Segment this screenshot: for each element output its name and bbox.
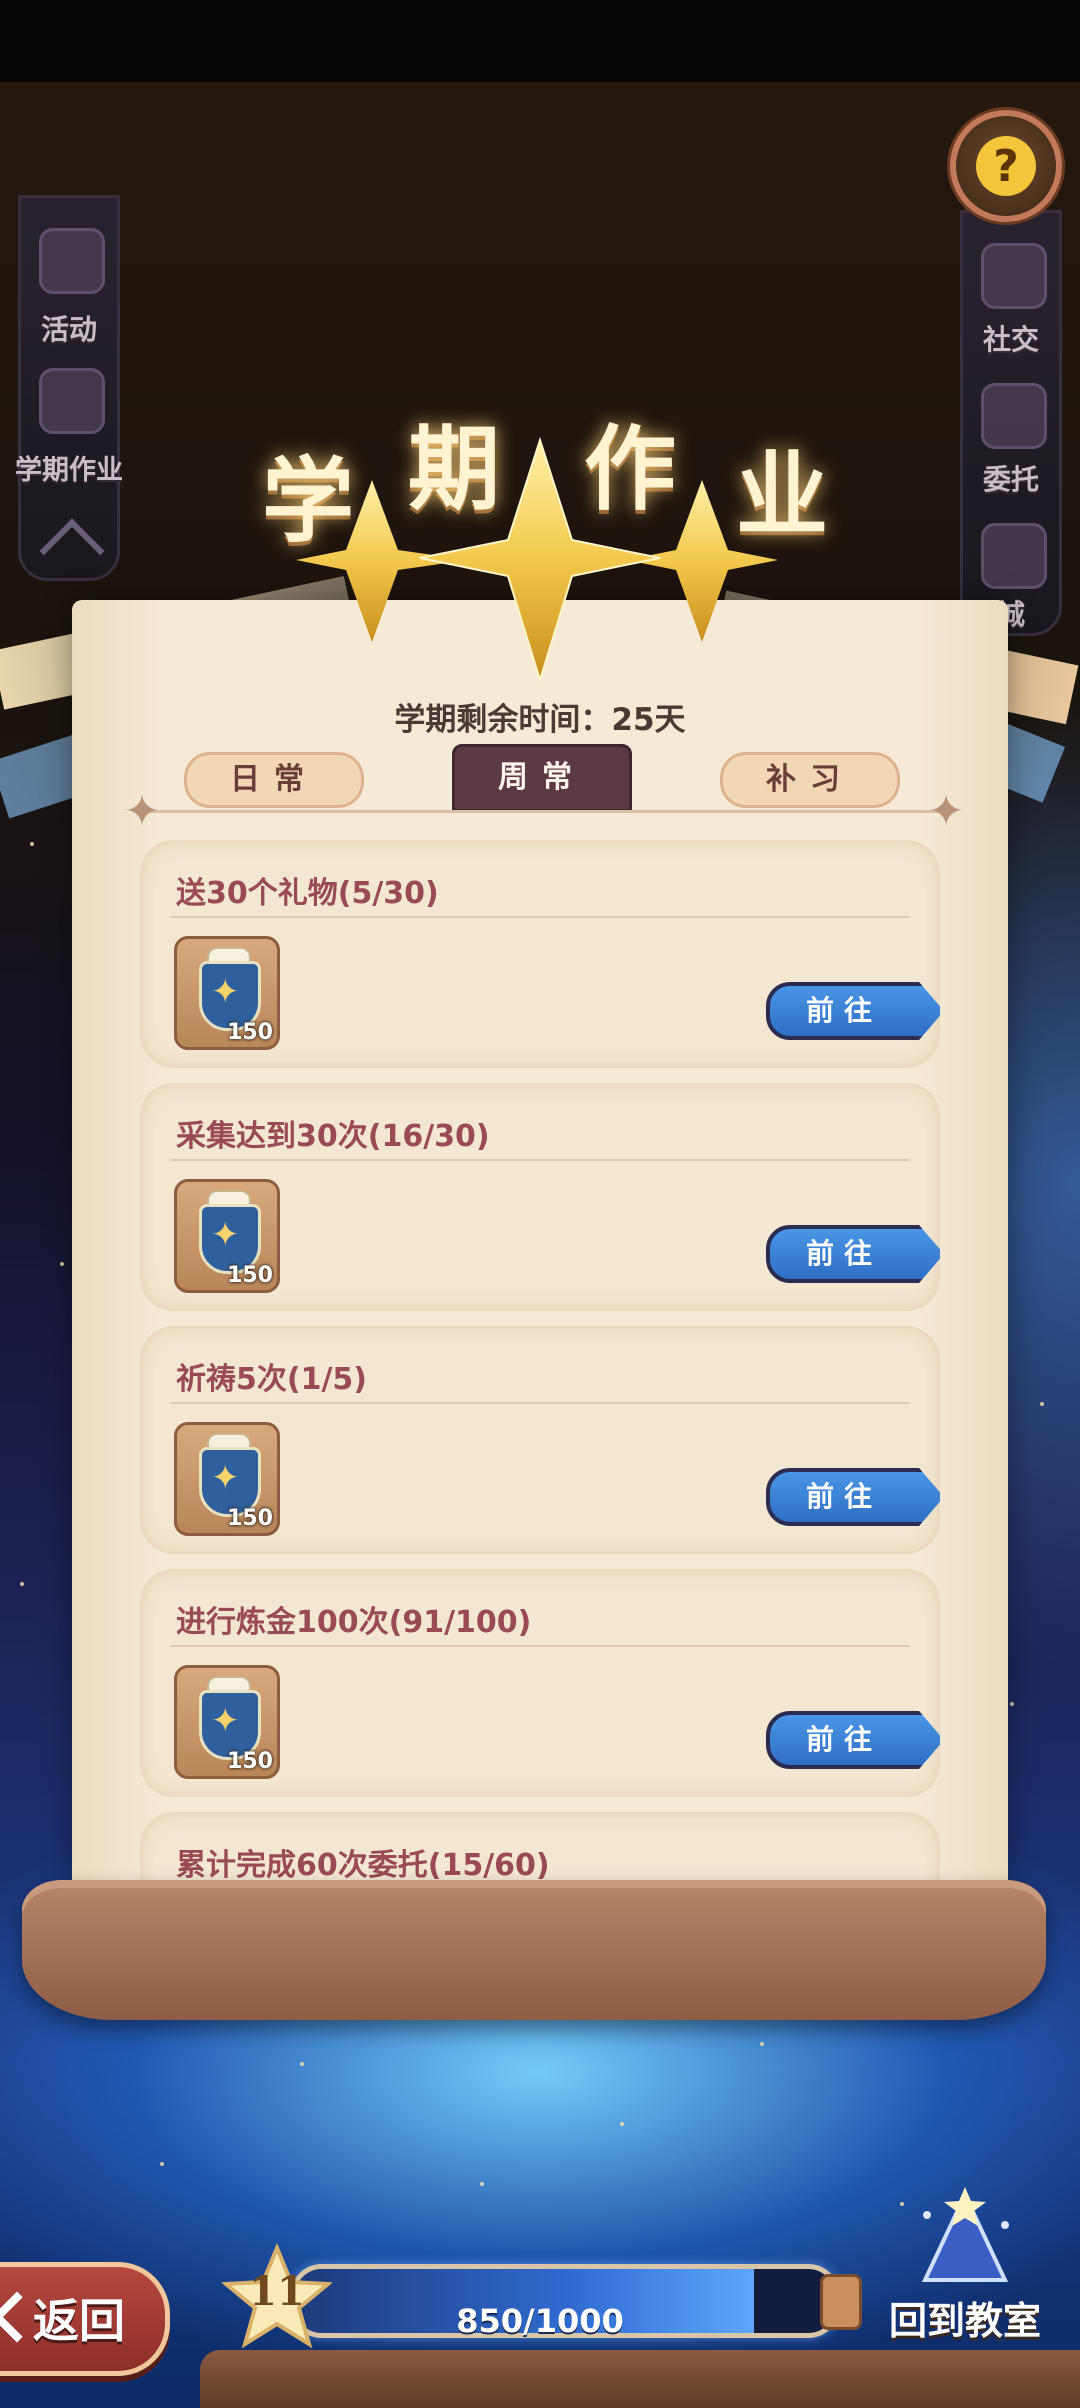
task-title: 送30个礼物(5/30) bbox=[176, 876, 439, 911]
classroom-icon[interactable] bbox=[905, 2185, 1025, 2295]
task-card: 祈祷5次(1/5) ✦ 150 前往 bbox=[140, 1326, 940, 1554]
task-title: 进行炼金100次(91/100) bbox=[176, 1605, 532, 1640]
reward-item[interactable]: ✦ 150 bbox=[174, 1422, 280, 1536]
help-icon: ? bbox=[976, 136, 1036, 196]
sparkle-icon: ✦ bbox=[123, 786, 161, 837]
reward-quantity: 150 bbox=[227, 1020, 273, 1045]
reward-item[interactable]: ✦ 150 bbox=[174, 936, 280, 1050]
tab-makeup[interactable]: 补习 bbox=[720, 752, 900, 808]
activity-icon[interactable] bbox=[39, 228, 105, 294]
level-number: 11 bbox=[249, 2268, 305, 2315]
task-card: 送30个礼物(5/30) ✦ 150 前往 bbox=[140, 840, 940, 1068]
tab-divider bbox=[140, 810, 940, 813]
side-item-social[interactable]: 社交 bbox=[963, 318, 1059, 358]
return-classroom-button[interactable]: 回到教室 bbox=[880, 2290, 1050, 2345]
task-list[interactable]: 送30个礼物(5/30) ✦ 150 前往 采集达到30次(16/30) ✦ 1… bbox=[140, 840, 940, 1915]
star-icon: ✦ bbox=[211, 1215, 240, 1255]
reward-quantity: 150 bbox=[227, 1749, 273, 1774]
star-icon: ✦ bbox=[211, 1458, 240, 1498]
remaining-time: 学期剩余时间：25天 bbox=[394, 702, 686, 738]
task-title: 祈祷5次(1/5) bbox=[176, 1362, 368, 1397]
task-title: 累计完成60次委托(15/60) bbox=[176, 1848, 550, 1883]
divider bbox=[170, 1159, 910, 1161]
status-bar bbox=[0, 0, 1080, 82]
divider bbox=[170, 916, 910, 918]
divider bbox=[170, 1645, 910, 1647]
tab-weekly[interactable]: 周常 bbox=[452, 744, 632, 812]
tab-daily[interactable]: 日常 bbox=[184, 752, 364, 808]
star-icon: ✦ bbox=[211, 972, 240, 1012]
reward-item[interactable]: ✦ 150 bbox=[174, 1179, 280, 1293]
side-item-activity[interactable]: 活动 bbox=[21, 308, 117, 348]
go-button[interactable]: 前往 bbox=[766, 1468, 940, 1526]
bottom-bar bbox=[200, 2350, 1080, 2408]
social-icon[interactable] bbox=[981, 243, 1047, 309]
star-icon: ✦ bbox=[211, 1701, 240, 1741]
three-stars-icon bbox=[296, 436, 778, 684]
divider bbox=[170, 1402, 910, 1404]
go-button[interactable]: 前往 bbox=[766, 1225, 940, 1283]
reward-item[interactable]: ✦ 150 bbox=[174, 1665, 280, 1779]
task-title: 采集达到30次(16/30) bbox=[176, 1119, 490, 1154]
scroll-roll bbox=[22, 1880, 1046, 2020]
task-card: 采集达到30次(16/30) ✦ 150 前往 bbox=[140, 1083, 940, 1311]
reward-quantity: 150 bbox=[227, 1506, 273, 1531]
go-button[interactable]: 前往 bbox=[766, 1711, 940, 1769]
help-button[interactable]: ? bbox=[950, 110, 1062, 222]
go-button[interactable]: 前往 bbox=[766, 982, 940, 1040]
task-card: 进行炼金100次(91/100) ✦ 150 前往 bbox=[140, 1569, 940, 1797]
reward-quantity: 150 bbox=[227, 1263, 273, 1288]
sparkle-icon: ✦ bbox=[927, 786, 965, 837]
